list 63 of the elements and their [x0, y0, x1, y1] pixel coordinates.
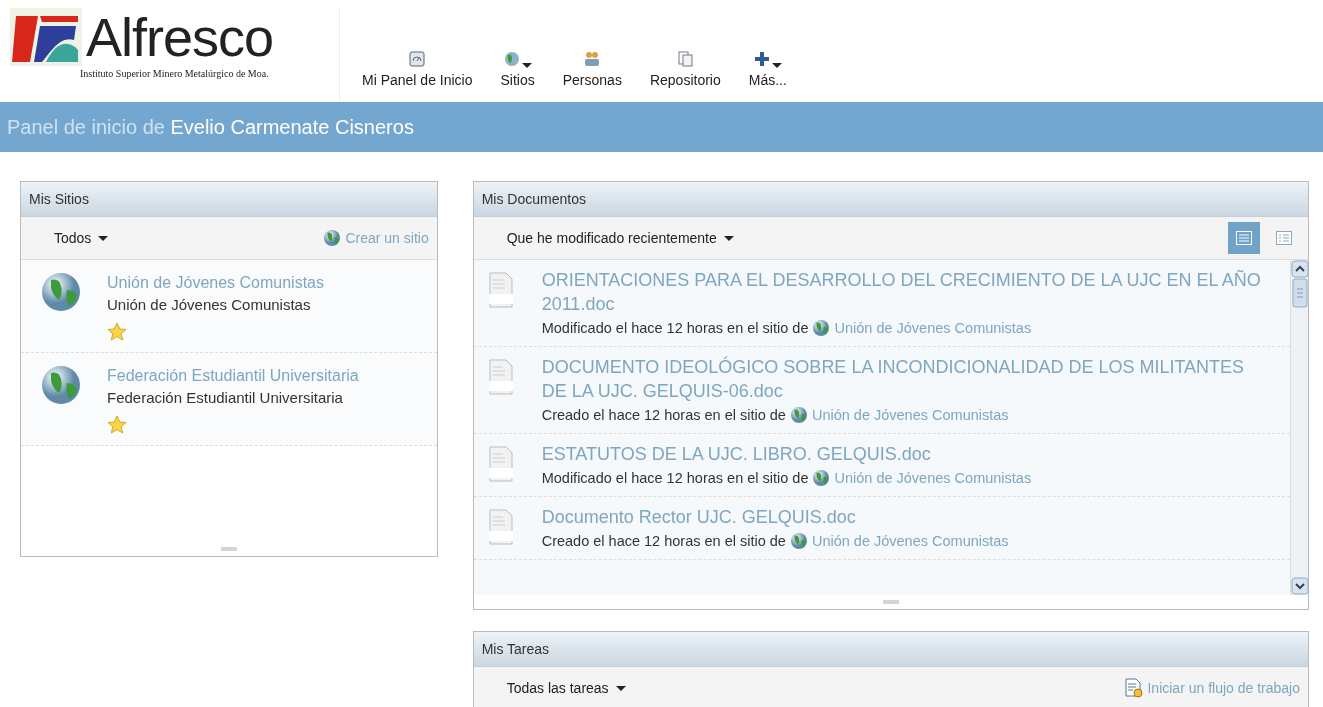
document-icon [487, 509, 514, 545]
document-activity: Creado el hace 12 horas en el sitio de [541, 532, 786, 551]
documents-icon [676, 50, 695, 68]
favorite-star-icon[interactable] [107, 322, 127, 342]
document-icon [487, 446, 514, 482]
view-toggle-button[interactable] [1228, 222, 1260, 254]
globe-icon [812, 469, 831, 487]
site-link[interactable]: Unión de Jóvenes Comunistas [107, 272, 324, 293]
plus-icon [753, 50, 772, 68]
caret-icon [98, 235, 109, 241]
globe-icon [789, 406, 808, 424]
document-activity: Creado el hace 12 horas en el sitio de [541, 406, 786, 425]
document-activity: Modificado el hace 12 horas en el sitio de [541, 469, 809, 488]
document-link[interactable]: ESTATUTOS DE LA UJC. LIBRO. GELQUIS.doc [541, 442, 1032, 466]
caret-icon [522, 63, 533, 68]
start-workflow-link[interactable]: Iniciar un flujo de trabajo [1125, 677, 1300, 699]
resize-grip-icon [220, 547, 237, 551]
panel-header: Mis Sitios [21, 182, 437, 217]
globe-icon [503, 50, 522, 68]
logo-emblem-icon [10, 8, 82, 66]
logo-text: Alfresco [86, 10, 274, 64]
document-link[interactable]: DOCUMENTO IDEOLÓGICO SOBRE LA INCONDICIONALIDAD DE LOS MILITANTES DE LA UJC. GELQUIS-06.doc [541, 355, 1272, 403]
user-name: Evelio Carmenate Cisneros [170, 116, 414, 138]
site-description: Federación Estudiantil Universitaria [107, 388, 344, 408]
people-icon [583, 50, 602, 68]
panel-header: Mis Documentos [473, 182, 1308, 217]
compact-list-icon [1276, 231, 1292, 245]
site-link[interactable]: Unión de Jóvenes Comunistas [811, 529, 1009, 553]
workflow-document-icon [1125, 678, 1144, 698]
panel-header: Mis Tareas [473, 632, 1308, 667]
nav-item[interactable]: Más... [742, 50, 793, 102]
site-link[interactable]: Unión de Jóvenes Comunistas [834, 316, 1032, 340]
institution-text: Instituto Superior Minero Metalúrgico de Moa. [80, 67, 270, 81]
filter-dropdown[interactable]: Todas las tareas [506, 677, 626, 699]
document-icon [487, 272, 514, 308]
caret-icon [772, 63, 783, 68]
favorite-star-icon[interactable] [107, 415, 127, 435]
globe-icon [789, 532, 808, 550]
document-activity: Modificado el hace 12 horas en el sitio de [541, 319, 809, 338]
globe-icon [323, 229, 342, 247]
nav-item[interactable]: Repositorio [643, 50, 727, 102]
nav-item[interactable]: Personas [556, 50, 628, 102]
document-icon [487, 359, 514, 395]
site-description: Unión de Jóvenes Comunistas [107, 295, 312, 315]
globe-icon [41, 272, 81, 312]
site-link[interactable]: Unión de Jóvenes Comunistas [811, 403, 1009, 427]
resize-grip-icon [882, 600, 899, 604]
document-link[interactable]: Documento Rector UJC. GELQUIS.doc [541, 505, 1009, 529]
caret-icon [723, 235, 734, 241]
create-site-link[interactable]: Crear un sitio [323, 227, 429, 249]
title-prefix: Panel de inicio de [7, 116, 166, 138]
filter-dropdown[interactable]: Que he modificado recientemente [506, 227, 734, 249]
filter-dropdown[interactable]: Todos [54, 227, 109, 249]
nav-item[interactable]: Sitios [494, 50, 541, 102]
globe-icon [812, 319, 831, 337]
caret-icon [615, 685, 626, 691]
document-link[interactable]: ORIENTACIONES PARA EL DESARROLLO DEL CRECIMIENTO DE LA UJC EN EL AÑO 2011.doc [541, 268, 1272, 316]
list-view-icon [1236, 231, 1252, 245]
gauge-icon [408, 50, 427, 68]
globe-icon [41, 365, 81, 405]
site-link[interactable]: Unión de Jóvenes Comunistas [834, 466, 1032, 490]
nav-item[interactable]: Mi Panel de Inicio [356, 50, 479, 102]
site-link[interactable]: Federación Estudiantil Universitaria [107, 365, 359, 386]
